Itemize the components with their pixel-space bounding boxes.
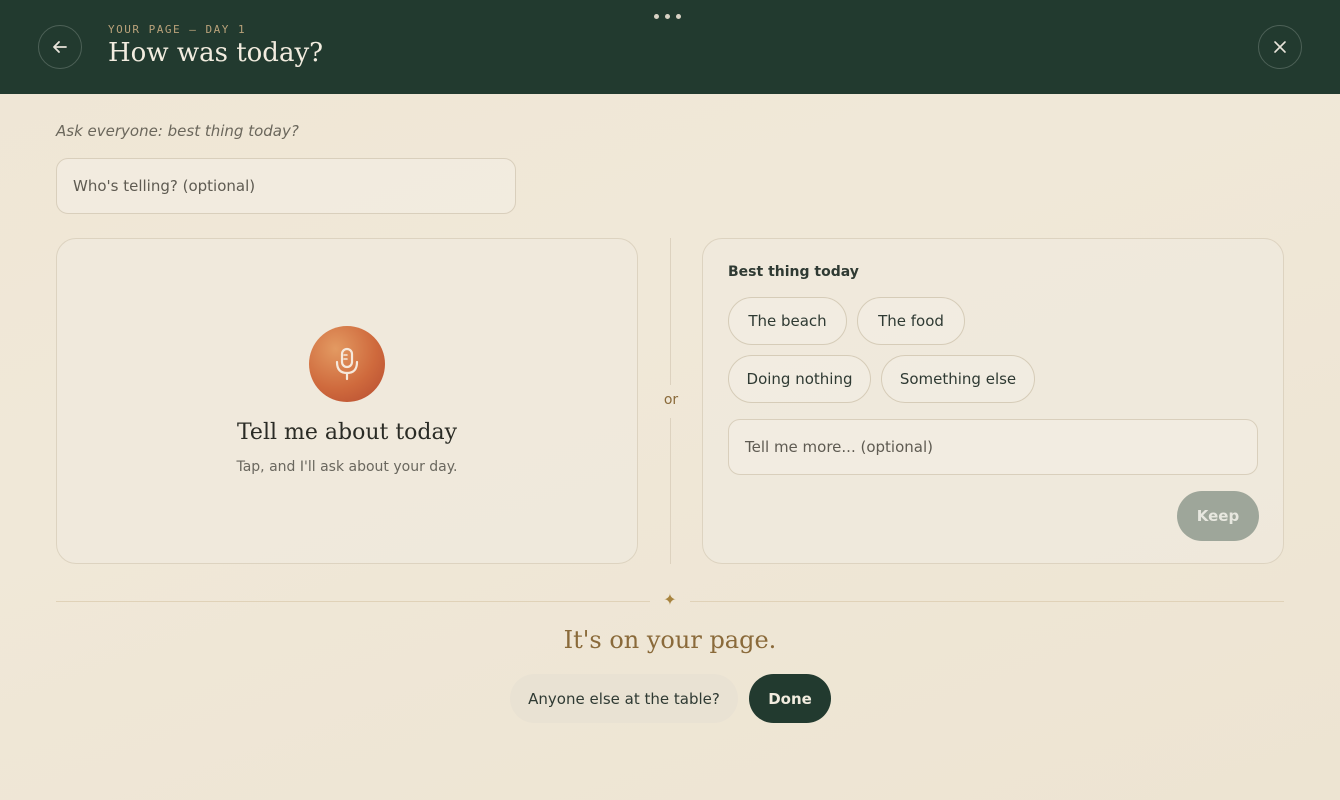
section-divider-left [56,601,650,602]
choice-label: Best thing today [728,264,859,280]
confirmation-message: It's on your page. [563,626,777,654]
microphone-button[interactable] [309,326,385,402]
close-button[interactable] [1258,25,1302,69]
top-bar: YOUR PAGE — DAY 1 How was today? [0,0,1340,94]
prompt-text: Ask everyone: best thing today? [56,122,299,140]
tell-more-input[interactable]: Tell me more... (optional) [728,419,1258,475]
voice-title: Tell me about today [236,420,458,445]
choice-card: Best thing today The beach The food Doin… [702,238,1284,564]
back-button[interactable] [38,25,82,69]
chip-the-beach[interactable]: The beach [728,297,847,345]
more-dots-icon[interactable] [654,14,681,19]
anyone-else-button[interactable]: Anyone else at the table? [510,674,738,723]
or-divider: or [663,392,679,408]
who-telling-input[interactable]: Who's telling? (optional) [56,158,516,214]
done-button[interactable]: Done [749,674,831,723]
page-eyebrow: YOUR PAGE — DAY 1 [108,23,247,36]
close-icon [1274,41,1286,53]
chip-something-else[interactable]: Something else [881,355,1035,403]
chip-the-food[interactable]: The food [857,297,965,345]
voice-subtitle: Tap, and I'll ask about your day. [236,459,458,475]
keep-button[interactable]: Keep [1177,491,1259,541]
voice-card[interactable]: Tell me about today Tap, and I'll ask ab… [56,238,638,564]
microphone-icon [335,347,359,381]
section-divider-right [690,601,1284,602]
divider-line-bottom [670,418,671,564]
page-title: How was today? [108,38,324,68]
arrow-left-icon [53,41,67,53]
sparkle-icon: ✦ [663,590,677,609]
divider-line-top [670,238,671,385]
chip-doing-nothing[interactable]: Doing nothing [728,355,871,403]
